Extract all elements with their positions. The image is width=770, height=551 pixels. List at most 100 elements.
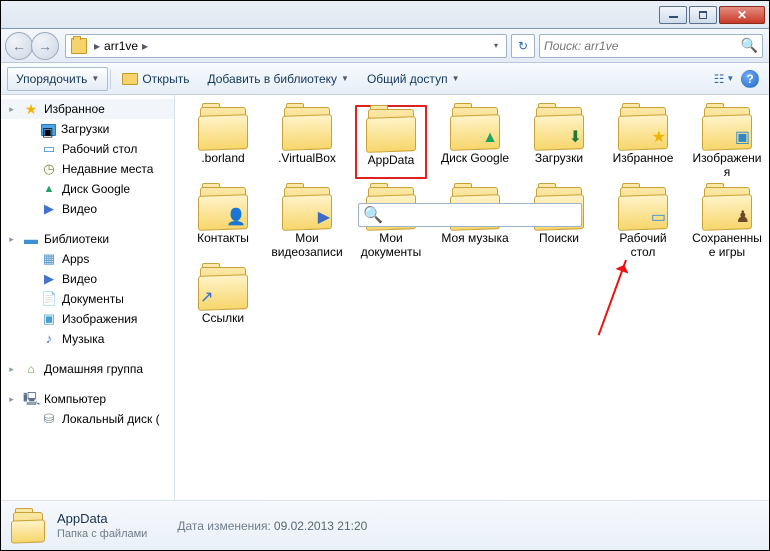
separator	[110, 69, 111, 89]
overlay-icon: 🔍	[358, 203, 582, 227]
back-button[interactable]: ←	[5, 32, 33, 60]
address-dropdown-icon[interactable]: ▾	[488, 41, 504, 50]
folder-icon: ▣	[41, 124, 56, 136]
close-button[interactable]: ✕	[719, 6, 765, 24]
tree-item[interactable]: ⛁Локальный диск (	[1, 409, 174, 429]
status-modified-value: 09.02.2013 21:20	[274, 519, 367, 533]
dropdown-icon: ▼	[91, 74, 99, 83]
arrow-right-icon: →	[38, 38, 52, 54]
overlay-icon: ▲	[482, 129, 498, 147]
expand-icon[interactable]: ▸	[7, 395, 16, 404]
tree-item[interactable]: ◷Недавние места	[1, 159, 174, 179]
folder-item[interactable]: ▣Изображения	[691, 105, 763, 179]
homegroup-icon: ⌂	[23, 361, 39, 377]
tree-item[interactable]: ▣ Изображения	[1, 309, 174, 329]
folder-item[interactable]: 🔍Поиски	[523, 185, 595, 259]
tree-label: Диск Google	[62, 182, 130, 196]
help-button[interactable]: ?	[741, 70, 759, 88]
status-modified-label: Дата изменения:	[177, 519, 271, 533]
tree-homegroup[interactable]: ▸ ⌂ Домашняя группа	[1, 359, 174, 379]
folder-open-icon	[122, 73, 138, 85]
close-icon: ✕	[737, 8, 747, 22]
expand-icon[interactable]: ▸	[7, 235, 16, 244]
status-sub: Папка с файлами	[57, 528, 147, 540]
overlay-icon: ↗	[200, 287, 213, 307]
folder-label: Контакты	[187, 231, 259, 245]
tree-item[interactable]: ▦Apps	[1, 249, 174, 269]
search-input[interactable]	[544, 39, 741, 53]
minimize-icon	[669, 16, 678, 18]
tree-label: Компьютер	[44, 392, 106, 406]
search-icon: 🔍	[741, 37, 758, 54]
folder-icon	[364, 107, 418, 151]
doc-icon: 📄	[41, 291, 57, 307]
minimize-button[interactable]	[659, 6, 687, 24]
tree-item[interactable]: ♪Музыка	[1, 329, 174, 349]
tree-item[interactable]: ▶Видео	[1, 199, 174, 219]
tree-item[interactable]: ▲Диск Google	[1, 179, 174, 199]
status-name: AppData	[57, 511, 147, 526]
folder-item[interactable]: ↗ Ссылки	[187, 265, 259, 325]
tree-computer[interactable]: ▸ 🖳 Компьютер	[1, 389, 174, 409]
tree-label: Видео	[62, 272, 97, 286]
folder-item[interactable]: AppData	[355, 105, 427, 179]
tree-libraries[interactable]: ▸ ▬ Библиотеки	[1, 229, 174, 249]
file-list[interactable]: .borland .VirtualBox AppData ▲ Диск Google ⬇З…	[175, 95, 769, 500]
command-bar: Упорядочить ▼ Открыть Добавить в библиот…	[1, 63, 769, 95]
tree-label: Рабочий стол	[62, 142, 137, 156]
folder-item[interactable]: ▶Мои видеозаписи	[271, 185, 343, 259]
maximize-button[interactable]	[689, 6, 717, 24]
folder-label: Мои документы	[355, 231, 427, 259]
mus-icon: ♪	[41, 331, 57, 347]
tree-label: Изображения	[62, 312, 137, 326]
tree-label: Документы	[62, 292, 124, 306]
tree-label: Видео	[62, 202, 97, 216]
folder-item[interactable]: .VirtualBox	[271, 105, 343, 179]
refresh-button[interactable]: ↻	[511, 34, 535, 58]
search-box[interactable]: 🔍	[539, 34, 763, 58]
breadcrumb-sep: ▸	[90, 39, 104, 53]
breadcrumb-sep: ▸	[138, 39, 152, 53]
forward-button[interactable]: →	[31, 32, 59, 60]
folder-label: Диск Google	[439, 151, 511, 165]
folder-item[interactable]: ▭Рабочий стол	[607, 185, 679, 259]
tree-item[interactable]: ▭Рабочий стол	[1, 139, 174, 159]
tree-favorites[interactable]: ▸ ★ Избранное	[1, 99, 174, 119]
clock-icon: ◷	[41, 161, 57, 177]
folder-item[interactable]: 👤Контакты	[187, 185, 259, 259]
folder-label: Поиски	[523, 231, 595, 245]
address-bar[interactable]: ▸ arr1ve ▸ ▾	[65, 34, 507, 58]
breadcrumb-folder[interactable]: arr1ve	[104, 39, 138, 53]
folder-label: Ссылки	[187, 311, 259, 325]
folder-item[interactable]: ★Избранное	[607, 105, 679, 179]
open-label: Открыть	[142, 72, 189, 86]
folder-item[interactable]: ▲ Диск Google	[439, 105, 511, 179]
refresh-icon: ↻	[518, 39, 528, 53]
folder-item[interactable]: ⬇Загрузки	[523, 105, 595, 179]
share-label: Общий доступ	[367, 72, 448, 86]
title-bar: ✕	[1, 1, 769, 29]
organize-button[interactable]: Упорядочить ▼	[7, 67, 108, 91]
libraries-icon: ▬	[23, 231, 39, 247]
share-button[interactable]: Общий доступ ▼	[358, 67, 469, 91]
folder-item[interactable]: .borland	[187, 105, 259, 179]
folder-icon	[280, 105, 334, 149]
add-to-library-button[interactable]: Добавить в библиотеку ▼	[198, 67, 357, 91]
open-button[interactable]: Открыть	[113, 67, 198, 91]
folder-label: .VirtualBox	[271, 151, 343, 165]
img-icon: ▣	[41, 311, 57, 327]
folder-icon	[9, 510, 47, 542]
tree-item[interactable]: ▣Загрузки	[1, 119, 174, 139]
expand-icon[interactable]: ▸	[7, 105, 16, 114]
drive-icon: ⛁	[41, 411, 57, 427]
expand-icon[interactable]: ▸	[7, 365, 16, 374]
arrow-left-icon: ←	[12, 38, 26, 54]
star-icon: ★	[23, 101, 39, 117]
folder-item[interactable]: ♟Сохраненные игры	[691, 185, 763, 259]
folder-label: Моя музыка	[439, 231, 511, 245]
view-button[interactable]: ☷▼	[711, 67, 737, 91]
tree-item[interactable]: ▶Видео	[1, 269, 174, 289]
tree-item[interactable]: 📄 Документы	[1, 289, 174, 309]
folder-label: Сохраненные игры	[691, 231, 763, 259]
navigation-pane[interactable]: ▸ ★ Избранное ▣Загрузки▭Рабочий стол◷Нед…	[1, 95, 175, 500]
